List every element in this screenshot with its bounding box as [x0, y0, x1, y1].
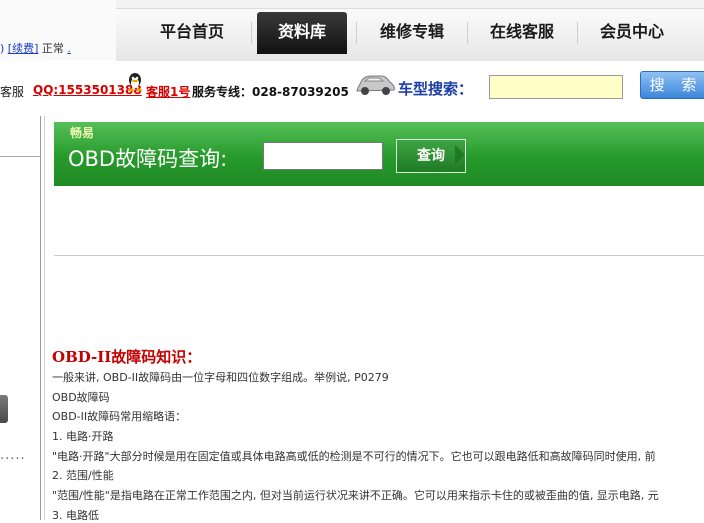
nav-tab-online-service[interactable]: 在线客服	[476, 12, 568, 54]
nav-tab-repair[interactable]: 维修专辑	[366, 12, 458, 54]
nav-separator	[577, 22, 578, 44]
knowledge-title: OBD-II故障码知识：	[52, 348, 202, 366]
nav-separator	[251, 22, 252, 44]
car-icon	[356, 75, 395, 95]
sidebar-dots: ·····	[0, 452, 26, 467]
nav-tab-member[interactable]: 会员中心	[586, 12, 678, 54]
knowledge-line: 1. 电路·开路	[52, 430, 114, 443]
nav-separator	[356, 22, 357, 44]
arrow-right-icon	[455, 145, 465, 165]
qq-penguin-icon	[128, 73, 142, 92]
nav-tab-library[interactable]: 资料库	[257, 12, 347, 54]
model-search-label: 车型搜索：	[398, 80, 474, 98]
service-hotline: 服务专线：028-87039205	[192, 85, 349, 99]
section-divider	[54, 255, 704, 256]
model-search-input[interactable]	[489, 75, 623, 99]
obd-code-input[interactable]	[263, 142, 383, 170]
knowledge-line: 一般来讲, OBD-II故障码由一位字母和四位数字组成。举例说, P0279	[52, 371, 389, 384]
nav-separator	[467, 22, 468, 44]
extra-link[interactable]: .	[67, 42, 71, 55]
obd-search-title: OBD故障码查询:	[68, 147, 228, 171]
search-button[interactable]: 搜 索	[640, 71, 704, 99]
knowledge-line: "范围/性能"是指电路在正常工作范围之内, 但对当前运行状况来讲不正确。它可以用…	[52, 489, 659, 502]
brand-label: 畅易	[70, 126, 95, 140]
sidebar-toggle-button[interactable]	[0, 395, 8, 423]
nav-tab-home[interactable]: 平台首页	[146, 12, 238, 54]
knowledge-line: 2. 范围/性能	[52, 469, 114, 482]
renew-link[interactable]: [续费]	[8, 42, 39, 55]
kefu-link[interactable]: 客服1号	[146, 83, 190, 100]
knowledge-line: 3. 电路低	[52, 509, 99, 522]
knowledge-line: "电路·开路"大部分时候是用在固定值或具体电路高或低的检测是不可行的情况下。它也…	[52, 450, 656, 463]
account-status: 正常	[41, 42, 64, 55]
sidebar-divider	[0, 156, 40, 157]
service-left-label: 客服	[0, 85, 25, 99]
knowledge-line: OBD-II故障码常用缩略语：	[52, 410, 187, 423]
knowledge-line: OBD故障码	[52, 391, 110, 404]
user-status-line: ) [续费] 正常 .	[0, 42, 71, 55]
